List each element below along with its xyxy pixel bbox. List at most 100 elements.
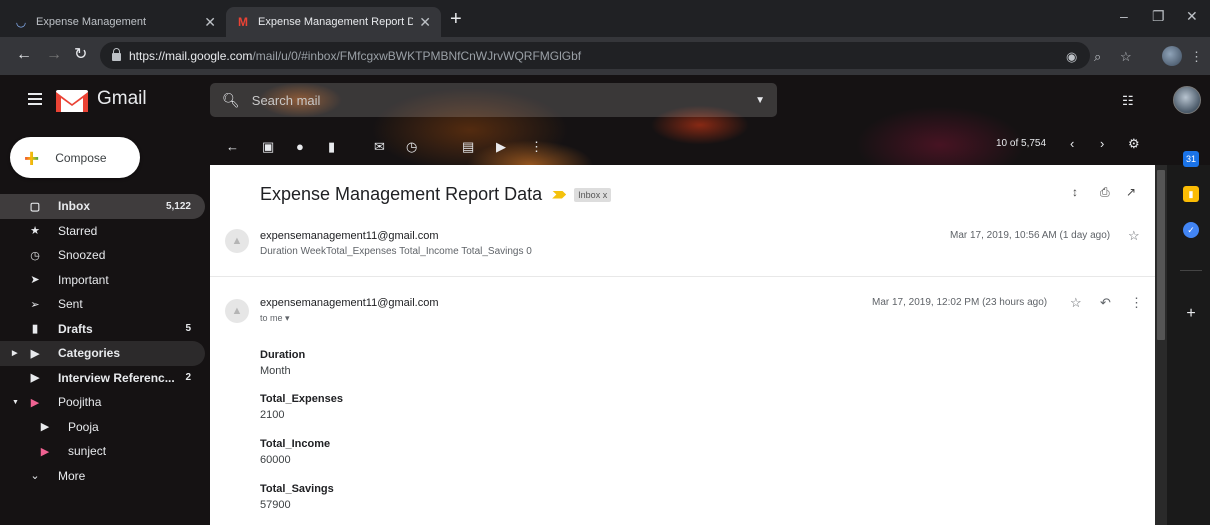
gmail-logo bbox=[56, 90, 88, 112]
star-icon[interactable]: ☆ bbox=[1128, 228, 1140, 244]
label-as-icon[interactable]: ▶ bbox=[496, 139, 506, 155]
sidebar-item-sunject[interactable]: ▶ sunject bbox=[0, 439, 205, 464]
sidebar-item-interview-reference[interactable]: ▶ Interview Referenc... 2 bbox=[0, 366, 205, 391]
inbox-icon: ▢ bbox=[29, 200, 41, 213]
keep-icon[interactable]: ▮ bbox=[1183, 186, 1199, 202]
zoom-icon[interactable]: ⌕ bbox=[1094, 49, 1101, 65]
back-to-inbox-icon[interactable]: ← bbox=[226, 139, 239, 154]
field-total-savings: Total_Savings 57900 bbox=[260, 483, 334, 511]
star-icon: ★ bbox=[30, 225, 40, 238]
collapse-caret-icon[interactable]: ▼ bbox=[12, 399, 19, 406]
chevron-down-icon: ⌄ bbox=[30, 470, 40, 483]
account-avatar[interactable] bbox=[1173, 86, 1201, 114]
label-icon: ▶ bbox=[30, 372, 40, 385]
sender-avatar: ▲ bbox=[225, 299, 249, 323]
more-options-icon[interactable]: ⋮ bbox=[530, 139, 543, 155]
compose-label: Compose bbox=[55, 150, 107, 165]
sidebar-item-more[interactable]: ⌄ More bbox=[0, 464, 205, 489]
mark-unread-icon[interactable]: ✉ bbox=[374, 139, 385, 155]
back-icon[interactable]: ← bbox=[16, 47, 32, 63]
field-total-expenses: Total_Expenses 2100 bbox=[260, 393, 343, 421]
sender-email: expensemanagement11@gmail.com bbox=[260, 297, 439, 309]
sidebar-item-sent[interactable]: ➢ Sent bbox=[0, 292, 205, 317]
forward-icon[interactable]: → bbox=[46, 47, 62, 63]
address-bar[interactable]: https://mail.google.com/mail/u/0/#inbox/… bbox=[100, 42, 1090, 69]
reply-icon[interactable]: ↶ bbox=[1100, 295, 1111, 311]
close-tab-icon[interactable]: ✕ bbox=[204, 14, 216, 31]
sidebar-item-snoozed[interactable]: ◷ Snoozed bbox=[0, 243, 205, 268]
sidebar-item-important[interactable]: ➤ Important bbox=[0, 268, 205, 293]
field-total-income: Total_Income 60000 bbox=[260, 438, 331, 466]
tab-expense-management[interactable]: ◡ Expense Management ✕ bbox=[4, 7, 226, 37]
inbox-label-chip[interactable]: Inbox x bbox=[574, 187, 612, 202]
tab-title: Expense Management Report Dat bbox=[258, 16, 414, 28]
label-icon: ▶ bbox=[30, 396, 40, 409]
sender-avatar: ▲ bbox=[225, 229, 249, 253]
older-icon[interactable]: › bbox=[1100, 136, 1104, 151]
label-icon: ▶ bbox=[40, 445, 50, 458]
important-icon: ➤ bbox=[30, 274, 40, 287]
clock-icon: ◷ bbox=[30, 249, 40, 262]
settings-gear-icon[interactable]: ⚙ bbox=[1128, 136, 1140, 152]
sender-email: expensemanagement11@gmail.com bbox=[260, 230, 439, 242]
url-text: https://mail.google.com/mail/u/0/#inbox/… bbox=[129, 48, 582, 63]
loading-icon: ◡ bbox=[15, 15, 27, 29]
window-close-icon[interactable]: ✕ bbox=[1186, 8, 1198, 25]
sidebar-item-pooja[interactable]: ▶ Pooja bbox=[0, 415, 205, 440]
sidebar-item-starred[interactable]: ★ Starred bbox=[0, 219, 205, 244]
message-date: Mar 17, 2019, 10:56 AM (1 day ago) bbox=[950, 230, 1111, 241]
recipient-details[interactable]: to me ▾ bbox=[260, 313, 290, 324]
expand-caret-icon[interactable]: ▶ bbox=[12, 349, 17, 357]
search-input[interactable] bbox=[251, 92, 732, 108]
restore-icon[interactable]: ❐ bbox=[1152, 8, 1165, 25]
email-subject: Expense Management Report Data Inbox x bbox=[260, 184, 612, 205]
important-marker-icon[interactable] bbox=[552, 190, 567, 199]
search-bar[interactable]: 🔍︎ ▼ bbox=[210, 83, 777, 117]
new-tab-button[interactable]: + bbox=[450, 9, 462, 29]
more-message-options-icon[interactable]: ⋮ bbox=[1130, 295, 1143, 311]
delete-icon[interactable]: ▮ bbox=[328, 139, 335, 155]
tab-gmail-report[interactable]: M Expense Management Report Dat ✕ bbox=[226, 7, 441, 37]
calendar-icon[interactable]: 31 bbox=[1183, 151, 1199, 167]
bookmark-star-icon[interactable]: ☆ bbox=[1120, 49, 1132, 65]
search-options-icon[interactable]: ▼ bbox=[755, 95, 765, 106]
get-addons-plus-icon[interactable]: + bbox=[1183, 305, 1199, 322]
report-spam-icon[interactable]: ● bbox=[296, 139, 304, 154]
main-menu-icon[interactable] bbox=[28, 93, 42, 105]
sidebar-item-categories[interactable]: ▶ ▶ Categories bbox=[0, 341, 205, 366]
compose-plus-icon: + bbox=[24, 142, 40, 173]
open-new-window-icon[interactable]: ↗ bbox=[1126, 185, 1136, 199]
expand-all-icon[interactable]: ↕ bbox=[1072, 185, 1078, 199]
menu-dots-icon[interactable]: ⋮ bbox=[1190, 49, 1203, 65]
collapsed-message[interactable]: ▲ expensemanagement11@gmail.com Duration… bbox=[210, 217, 1155, 277]
search-icon[interactable]: 🔍︎ bbox=[222, 92, 240, 109]
label-icon: ▶ bbox=[40, 421, 50, 434]
sidebar-item-drafts[interactable]: ▮ Drafts 5 bbox=[0, 317, 205, 342]
tasks-icon[interactable]: ✓ bbox=[1183, 222, 1199, 238]
sidebar-item-inbox[interactable]: ▢ Inbox 5,122 bbox=[0, 194, 205, 219]
newer-icon[interactable]: ‹ bbox=[1070, 136, 1074, 151]
product-name: Gmail bbox=[97, 88, 147, 109]
minimize-icon[interactable]: – bbox=[1120, 8, 1128, 24]
snooze-icon[interactable]: ◷ bbox=[406, 139, 417, 155]
scrollbar-thumb[interactable] bbox=[1157, 170, 1165, 340]
print-icon[interactable]: ⎙ bbox=[1100, 185, 1110, 200]
sidebar-nav: ▢ Inbox 5,122 ★ Starred ◷ Snoozed ➤ Impo… bbox=[0, 194, 210, 488]
browser-profile-avatar[interactable] bbox=[1162, 46, 1182, 66]
reload-icon[interactable]: ↻ bbox=[74, 47, 87, 63]
archive-icon[interactable]: ▣ bbox=[262, 139, 274, 155]
star-icon[interactable]: ☆ bbox=[1070, 295, 1082, 311]
label-icon: ▶ bbox=[30, 347, 40, 360]
apps-grid-icon[interactable]: ☷ bbox=[1122, 93, 1134, 109]
lock-icon bbox=[112, 48, 121, 61]
close-tab-icon[interactable]: ✕ bbox=[419, 14, 431, 31]
move-to-icon[interactable]: ▤ bbox=[462, 139, 474, 155]
pagination-count: 10 of 5,754 bbox=[996, 138, 1047, 149]
compose-button[interactable]: + Compose bbox=[10, 137, 140, 178]
message-pane: Expense Management Report Data Inbox x ↕… bbox=[210, 165, 1155, 525]
message-snippet: Duration WeekTotal_Expenses Total_Income… bbox=[260, 246, 532, 257]
sidebar-item-poojitha[interactable]: ▼ ▶ Poojitha bbox=[0, 390, 205, 415]
eye-icon[interactable]: ◉ bbox=[1066, 49, 1077, 65]
send-icon: ➢ bbox=[30, 298, 40, 311]
draft-icon: ▮ bbox=[31, 323, 39, 336]
